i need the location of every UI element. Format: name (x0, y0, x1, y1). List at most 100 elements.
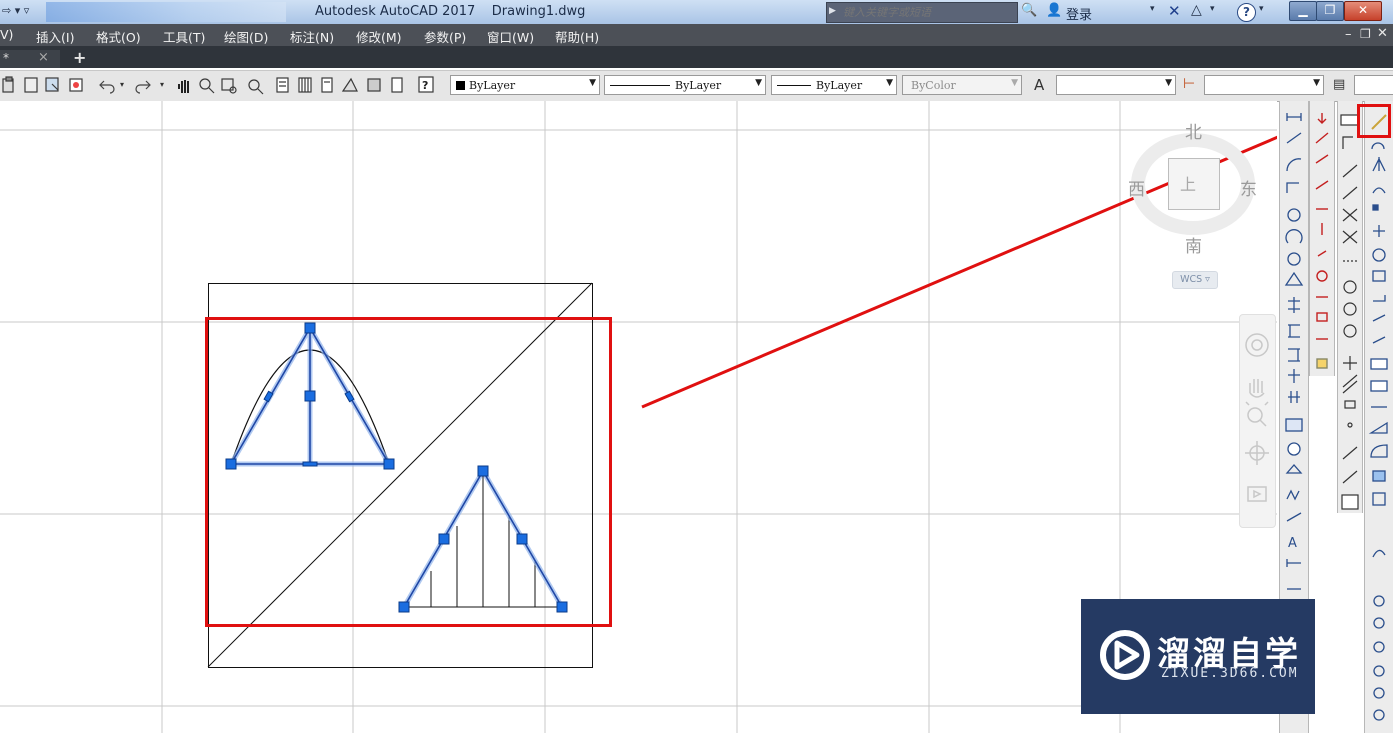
linear-dimension-icon[interactable] (1286, 113, 1302, 121)
viewcube-south[interactable]: 南 (1185, 232, 1202, 257)
doc-close-icon[interactable]: ✕ (1377, 26, 1388, 41)
nearest-icon[interactable] (1342, 446, 1358, 460)
text-style-icon[interactable]: A (1034, 76, 1044, 94)
redo-icon[interactable] (135, 80, 151, 94)
undo-dropdown-icon[interactable]: ▾ (120, 80, 124, 89)
explode-icon[interactable] (1372, 470, 1386, 482)
area-icon[interactable] (1315, 180, 1329, 190)
aligned-dimension-icon[interactable] (1286, 132, 1302, 144)
menu-window[interactable]: 窗口(W) (487, 27, 534, 46)
table-style-dropdown[interactable] (1354, 75, 1393, 95)
a360-dropdown-icon[interactable]: ▾ (1210, 4, 1215, 14)
quick-dimension-icon[interactable] (1288, 297, 1300, 313)
user-icon[interactable]: 👤 (1046, 3, 1062, 18)
viewcube-top-face[interactable]: 上 (1180, 175, 1196, 194)
copy-icon[interactable] (1371, 142, 1385, 150)
autodesk-a360-icon[interactable]: △ (1191, 2, 1202, 18)
extend-icon[interactable] (1372, 336, 1386, 344)
sheet-set-icon[interactable] (341, 77, 358, 92)
orbit-icon[interactable] (1245, 441, 1269, 465)
zoom-all-icon[interactable] (1373, 641, 1385, 653)
text-style-dropdown[interactable]: ▼ (1056, 75, 1176, 95)
node-icon[interactable] (1347, 422, 1353, 428)
id-point-icon[interactable] (1317, 250, 1327, 257)
quadrant-icon[interactable] (1343, 302, 1357, 316)
scale-icon[interactable] (1372, 270, 1386, 282)
angle-measure-icon[interactable] (1315, 154, 1329, 164)
properties-icon[interactable] (276, 77, 289, 93)
space-icon[interactable] (1288, 369, 1300, 383)
pan-icon[interactable] (178, 80, 189, 93)
calculator-icon[interactable] (391, 77, 403, 93)
radius-measure-icon[interactable] (1315, 132, 1329, 144)
ordinate-icon[interactable] (1286, 182, 1299, 193)
radius-icon[interactable] (1287, 208, 1301, 222)
dimension-text-edit-icon[interactable]: A (1288, 536, 1297, 551)
search-box[interactable]: ▶ (826, 2, 1018, 23)
paste-special-icon[interactable] (24, 77, 38, 93)
menu-parametric[interactable]: 参数(P) (424, 27, 466, 46)
zoom-object-icon[interactable] (1373, 687, 1385, 699)
center-icon[interactable] (1343, 280, 1357, 294)
inspect-icon[interactable] (1285, 464, 1303, 474)
menu-draw[interactable]: 绘图(D) (224, 27, 268, 46)
continue-icon[interactable] (1288, 348, 1300, 362)
plotstyle-dropdown[interactable]: ByColor ▼ (902, 75, 1022, 95)
dimension-update-icon[interactable] (1286, 559, 1301, 567)
zoom-window-icon[interactable] (221, 78, 237, 94)
help-icon[interactable]: ? (1237, 3, 1256, 22)
perpendicular-icon[interactable] (1343, 356, 1357, 370)
doc-restore-icon[interactable]: ❐ (1360, 27, 1371, 41)
zoom-in-icon[interactable] (1373, 595, 1385, 607)
exchange-icon[interactable]: ✕ (1168, 2, 1181, 20)
search-expand-icon[interactable]: ▶ (829, 6, 836, 16)
parallel-icon[interactable] (1342, 374, 1358, 394)
color-dropdown[interactable]: ByLayer ▼ (450, 75, 600, 95)
left-triangle[interactable] (225, 322, 395, 470)
move-icon[interactable] (1373, 225, 1385, 237)
arc-length-icon[interactable] (1286, 158, 1302, 172)
intersection-icon[interactable] (1342, 208, 1358, 222)
menu-format[interactable]: 格式(O) (96, 27, 141, 46)
region-icon[interactable] (1316, 270, 1328, 282)
quick-access-arrow-icon[interactable]: ⇨ ▾ ▿ (2, 4, 29, 17)
new-tab-icon[interactable]: + (73, 48, 86, 67)
group-icon[interactable] (1372, 492, 1386, 506)
minimize-button[interactable]: ▁ (1289, 1, 1317, 21)
distance-icon[interactable] (1317, 113, 1327, 124)
from-icon[interactable] (1342, 136, 1353, 149)
break-object-icon[interactable] (1370, 380, 1388, 392)
none-snap-icon[interactable] (1342, 470, 1358, 484)
undo-icon[interactable] (99, 80, 115, 94)
zoom-realtime-icon[interactable] (199, 78, 215, 94)
login-dropdown-icon[interactable]: ▾ (1150, 4, 1155, 14)
zoom-extents-side-icon[interactable] (1373, 665, 1385, 677)
break-icon[interactable] (1288, 391, 1300, 403)
showmotion-icon[interactable] (1247, 486, 1267, 502)
baseline-icon[interactable] (1288, 324, 1300, 338)
block-editor-icon[interactable] (69, 78, 83, 92)
fillet-icon[interactable] (1370, 444, 1388, 458)
close-window-button[interactable]: ✕ (1344, 1, 1382, 21)
maximize-button[interactable]: ❐ (1316, 1, 1344, 21)
dimension-style-icon[interactable]: ⊢ (1183, 76, 1195, 92)
angular-icon[interactable] (1284, 271, 1304, 286)
menu-dimension[interactable]: 标注(N) (290, 27, 334, 46)
viewcube-east[interactable]: 东 (1240, 175, 1257, 200)
endpoint-icon[interactable] (1342, 164, 1358, 178)
table-style-icon[interactable]: ▤ (1333, 77, 1345, 92)
center-mark-icon[interactable] (1287, 442, 1301, 456)
search-input[interactable] (841, 4, 1015, 21)
diameter-icon[interactable] (1287, 252, 1301, 266)
insert-snap-icon[interactable] (1344, 400, 1356, 409)
steering-wheel-icon[interactable] (1245, 333, 1269, 357)
stretch-icon[interactable] (1373, 295, 1386, 302)
login-link[interactable]: 登录 (1066, 4, 1092, 23)
menu-insert[interactable]: 插入(I) (36, 27, 74, 46)
wcs-menu[interactable]: WCS ▿ (1172, 271, 1218, 289)
right-triangle[interactable] (398, 465, 568, 613)
offset-icon[interactable] (1372, 187, 1386, 194)
paste-icon[interactable] (2, 76, 14, 93)
dimension-style-dropdown[interactable]: ▼ (1204, 75, 1324, 95)
tab-close-icon[interactable]: × (38, 50, 49, 65)
